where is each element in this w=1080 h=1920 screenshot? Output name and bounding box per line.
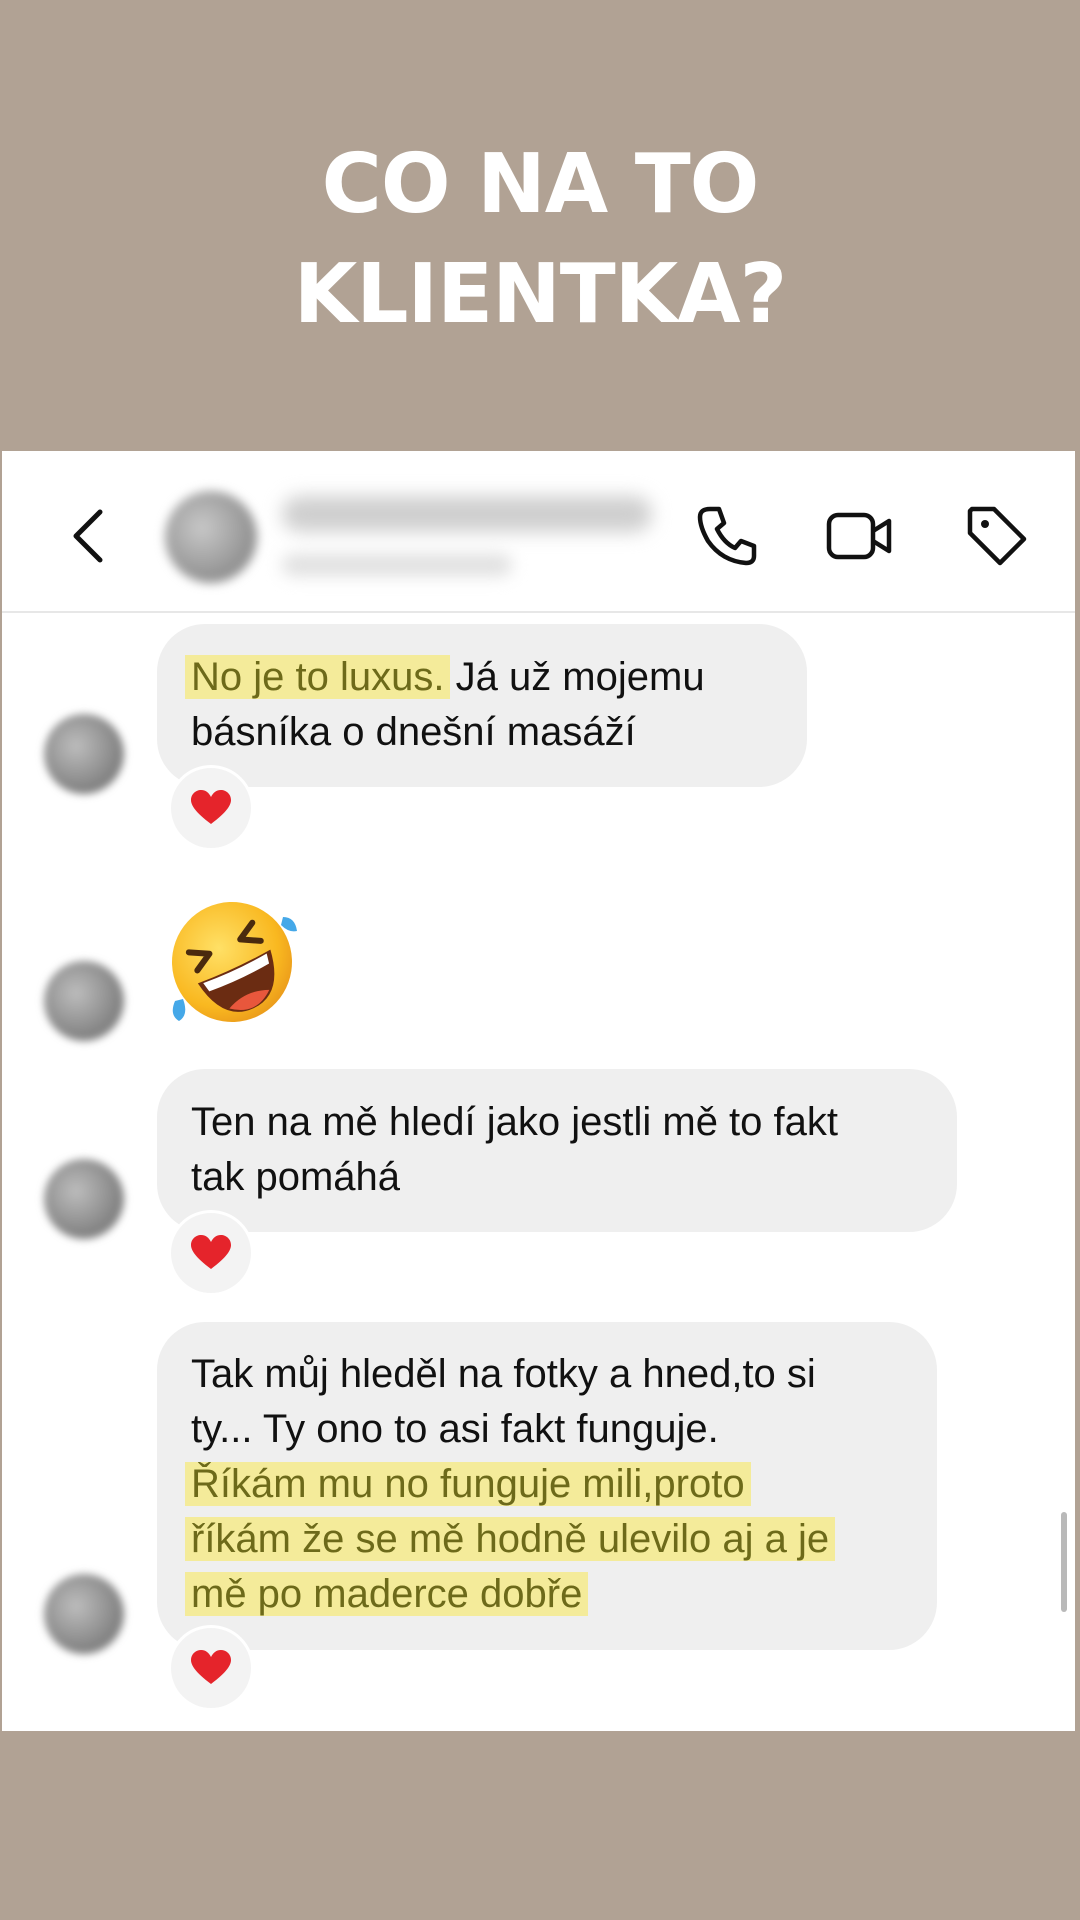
message-text-line: Říkám mu no funguje mili,proto [185,1457,751,1512]
message-text-line: Ten na mě hledí jako jestli mě to fakt [191,1100,838,1144]
red-heart-reaction[interactable] [168,1210,254,1296]
tag-icon[interactable] [962,501,1032,571]
red-heart-reaction[interactable] [168,765,254,851]
chat-screenshot: No je to luxus. Já už mojemu básníka o d… [2,451,1075,1731]
contact-avatar[interactable] [165,491,257,583]
message-bubble[interactable]: Ten na mě hledí jako jestli mě to fakt t… [157,1069,957,1232]
highlighted-text: Říkám mu no funguje mili,proto [185,1462,751,1506]
sender-avatar[interactable] [44,961,124,1041]
heart-icon [191,790,231,824]
headline: CO NA TO KLIENTKA? [0,130,1080,350]
red-heart-reaction[interactable] [168,1625,254,1711]
message-text-line: mě po maderce dobře [185,1567,589,1622]
message-text-line: Tak můj hleděl na fotky a hned,to si [191,1352,816,1396]
message-text-line: tak pomáhá [191,1155,401,1199]
highlighted-text: No je to luxus. [185,655,451,699]
sender-avatar[interactable] [44,714,124,794]
heart-icon [191,1650,231,1684]
message-text-line: No je to luxus. Já už mojemu [185,650,705,705]
message-bubble[interactable]: Tak můj hleděl na fotky a hned,to si ty.… [157,1322,937,1650]
chevron-left-icon[interactable] [64,506,114,566]
headline-line-2: KLIENTKA? [293,247,787,342]
contact-name-blurred[interactable] [282,496,652,532]
video-camera-icon[interactable] [825,501,895,571]
chat-header [2,451,1075,613]
headline-line-1: CO NA TO [321,137,760,232]
contact-username-blurred [282,554,512,576]
message-text-line: říkám že se mě hodně ulevilo aj a je [185,1512,836,1567]
phone-icon[interactable] [692,501,762,571]
sender-avatar[interactable] [44,1159,124,1239]
scrollbar[interactable] [1061,1512,1067,1612]
message-text-line: ty... Ty ono to asi fakt funguje. [191,1407,719,1451]
sender-avatar[interactable] [44,1574,124,1654]
message-text-line: básníka o dnešní masáží [191,710,636,754]
message-bubble[interactable]: No je to luxus. Já už mojemu básníka o d… [157,624,807,787]
message-text: Já už mojemu [444,655,705,699]
highlighted-text: mě po maderce dobře [185,1572,589,1616]
highlighted-text: říkám že se mě hodně ulevilo aj a je [185,1517,836,1561]
heart-icon [191,1235,231,1269]
rolling-on-floor-laughing-emoji[interactable] [165,895,300,1030]
